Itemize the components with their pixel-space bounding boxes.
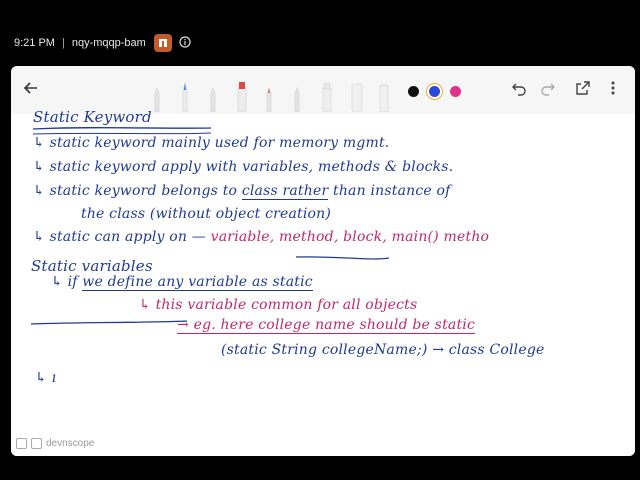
color-blue-swatch[interactable] xyxy=(429,86,440,97)
camera-icon xyxy=(16,437,27,449)
note-line-6-highlight: we define any variable as static xyxy=(82,274,313,291)
ballpoint-tool[interactable] xyxy=(208,86,218,113)
note-line-7: ↳ this variable common for all objects xyxy=(139,297,418,313)
notes-window: Static Keyword ↳ static keyword mainly u… xyxy=(11,66,635,456)
watermark-text: devnscope xyxy=(46,437,95,449)
heading-static-keyword: Static Keyword xyxy=(33,108,152,126)
note-line-1: ↳ static keyword mainly used for memory … xyxy=(33,135,390,151)
note-line-2: ↳ static keyword apply with variables, m… xyxy=(33,159,454,175)
eraser-tool[interactable] xyxy=(350,80,364,113)
note-line-8: → eg. here college name should be static xyxy=(177,317,475,334)
note-line-3: ↳ static keyword belongs to class rather… xyxy=(33,183,451,200)
status-separator: | xyxy=(61,37,65,49)
ruler-tool[interactable] xyxy=(379,84,389,113)
note-line-6: ↳ if we define any variable as static xyxy=(51,274,313,291)
screen-share-icon[interactable] xyxy=(153,34,172,52)
more-button[interactable] xyxy=(603,80,623,100)
note-line-5-start: ↳ static can apply on — xyxy=(33,229,206,245)
meeting-code: nqy-mqqp-bam xyxy=(71,37,146,49)
fountain-pen-tool[interactable] xyxy=(264,86,274,113)
redo-button[interactable] xyxy=(538,80,558,100)
note-line-9-class: → class College xyxy=(432,342,545,358)
pencil-tool[interactable] xyxy=(152,86,162,113)
note-line-5-list: variable, method, block, main() metho xyxy=(210,229,490,245)
note-line-9: (static String collegeName;) → class Col… xyxy=(221,342,544,358)
note-line-4: the class (without object creation) xyxy=(81,206,332,222)
export-icon xyxy=(575,80,591,101)
note-line-5: ↳ static can apply on — variable, method… xyxy=(33,229,489,245)
info-icon[interactable] xyxy=(179,35,191,51)
arrow-left-icon xyxy=(23,80,39,101)
color-black-swatch[interactable] xyxy=(408,86,419,97)
calligraphy-tool[interactable] xyxy=(292,86,302,113)
note-line-9-code: (static String collegeName;) xyxy=(221,342,428,358)
note-line-8-eg: → eg. xyxy=(177,317,216,334)
undo-button[interactable] xyxy=(509,80,529,100)
color-pink-swatch[interactable] xyxy=(450,86,461,97)
highlighter-tool[interactable] xyxy=(321,82,333,113)
note-line-10: ↳ ı xyxy=(35,370,57,386)
note-line-3-end: than instance of xyxy=(328,183,451,199)
undo-icon xyxy=(511,80,527,101)
status-time: 9:21 PM xyxy=(14,37,55,49)
handwriting-canvas[interactable]: Static Keyword ↳ static keyword mainly u… xyxy=(11,108,635,456)
note-line-3-highlight: class rather xyxy=(241,183,329,200)
blue-pen-tool[interactable] xyxy=(180,82,190,113)
heading-static-variables: Static variables xyxy=(31,257,153,275)
redo-icon xyxy=(540,80,556,101)
drawing-toolbar xyxy=(11,66,635,114)
note-line-8-text: here college name should be static xyxy=(215,317,475,334)
note-line-3-start: ↳ static keyword belongs to xyxy=(33,183,242,199)
marker-tool[interactable] xyxy=(236,80,247,113)
more-vertical-icon xyxy=(605,80,621,101)
note-line-6-start: ↳ if xyxy=(51,274,83,290)
screen-icon xyxy=(31,437,42,449)
status-bar: 9:21 PM | nqy-mqqp-bam xyxy=(0,28,640,58)
back-button[interactable] xyxy=(21,80,41,100)
export-button[interactable] xyxy=(573,80,593,100)
watermark: devnscope xyxy=(16,436,94,450)
